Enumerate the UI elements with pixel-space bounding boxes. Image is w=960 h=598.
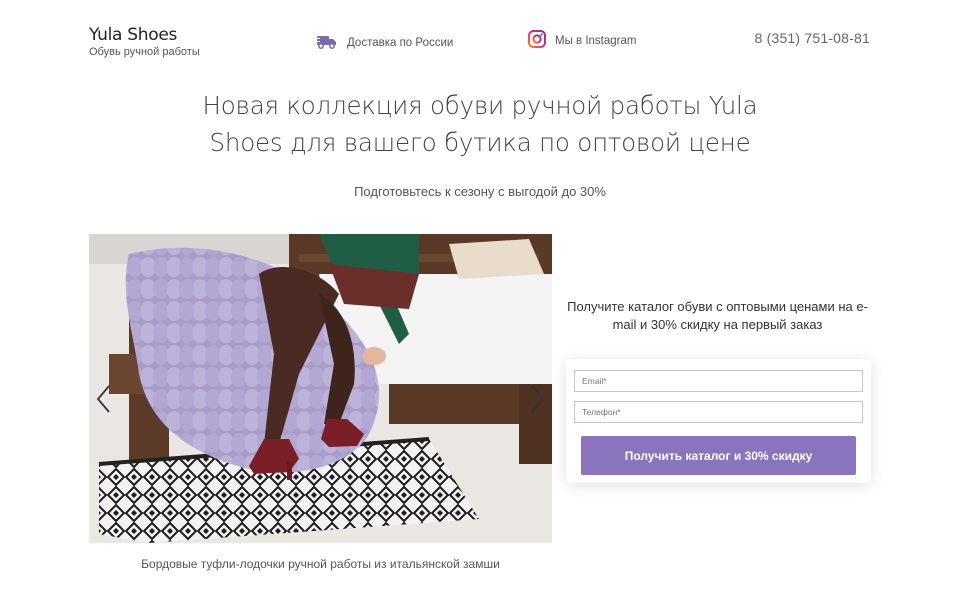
- brand[interactable]: Yula Shoes Обувь ручной работы: [89, 25, 200, 58]
- offer-text: Получите каталог обуви с оптовыми ценами…: [567, 299, 868, 332]
- phone-number[interactable]: 8 (351) 751-08-81: [755, 30, 870, 46]
- delivery-info: Доставка по России: [316, 33, 453, 52]
- instagram-icon: [528, 30, 546, 51]
- chevron-left-icon: [96, 385, 110, 413]
- photo-caption: Бордовые туфли-лодочки ручной работы из …: [141, 557, 500, 571]
- page-subtitle: Подготовьтесь к сезону с выгодой до 30%: [354, 184, 606, 199]
- page-title: Новая коллекция обуви ручной работы Yula…: [202, 91, 758, 157]
- catalog-form: Получить каталог и 30% скидку: [566, 359, 871, 483]
- instagram-label: Мы в Instagram: [555, 34, 637, 47]
- gallery-prev-button[interactable]: [95, 384, 111, 414]
- get-catalog-button[interactable]: Получить каталог и 30% скидку: [581, 436, 856, 475]
- phone-field[interactable]: [574, 401, 863, 423]
- gallery-next-button[interactable]: [530, 384, 546, 414]
- product-photo: [89, 234, 552, 543]
- truck-icon: [316, 33, 338, 52]
- delivery-label: Доставка по России: [347, 36, 454, 49]
- brand-name: Yula Shoes: [89, 25, 178, 45]
- chevron-right-icon: [531, 385, 545, 413]
- email-field[interactable]: [574, 370, 863, 392]
- instagram-link[interactable]: Мы в Instagram: [528, 30, 636, 51]
- brand-tagline: Обувь ручной работы: [89, 46, 200, 58]
